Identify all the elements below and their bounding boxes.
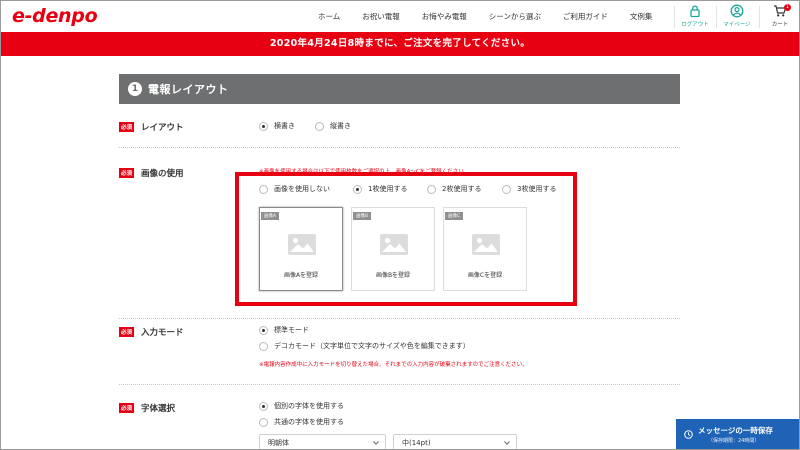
font-label: 字体選択 [141,404,176,414]
required-badge: 必須 [119,327,135,337]
user-icon [730,4,744,18]
save-button-sub: （保存期限：24時間） [708,438,760,444]
radio-label: 画像を使用しない [274,185,330,193]
font-family-value: 明朝体 [268,439,289,447]
image-use-label: 画像の使用 [141,169,184,179]
font-option-individual[interactable]: 個別の字体を使用する [259,401,344,411]
image-placeholder-icon [288,234,316,255]
radio-label: 縦書き [330,122,351,130]
radio-label: 2枚使用する [442,185,482,193]
cart-label: カート [771,22,789,28]
section-header: 1 電報レイアウト [119,74,680,104]
layout-label: レイアウト [141,123,184,133]
image-placeholder-icon [380,234,408,255]
main-nav: ホーム お祝い電報 お悔やみ電報 シーンから選ぶ ご利用ガイド 文例集 [318,0,674,32]
layout-option-vertical[interactable]: 縦書き [315,121,351,131]
image-register-label: 画像Aを登録 [283,272,319,279]
row-divider [119,318,680,319]
font-size-select[interactable]: 中(14pt) [393,434,517,450]
image-option-none[interactable]: 画像を使用しない [259,184,330,194]
radio-label: 個別の字体を使用する [274,402,344,410]
required-badge: 必須 [119,168,135,178]
radio-button[interactable] [259,417,268,427]
image-use-row-label: 必須 画像の使用 [119,167,184,179]
chevron-down-icon [373,441,379,446]
deadline-banner: 2020年4月24日8時までに、ご注文を完了してください。 [0,32,800,56]
image-tag: 画像C [445,212,464,220]
radio-label: デコカモード（文字単位で文字のサイズや色を編集できます） [274,342,470,350]
radio-button[interactable] [259,401,268,411]
image-option-one[interactable]: 1枚使用する [353,184,407,194]
nav-scenes[interactable]: シーンから選ぶ [489,11,541,22]
image-c-card[interactable]: 画像C 画像Cを登録 [443,207,527,291]
nav-condolence[interactable]: お悔やみ電報 [422,11,467,22]
font-family-select[interactable]: 明朝体 [259,434,386,450]
image-option-two[interactable]: 2枚使用する [427,184,481,194]
mypage-button[interactable]: マイページ [717,3,757,31]
logout-label: ログアウト [681,22,709,28]
font-option-common[interactable]: 共通の字体を使用する [259,417,344,427]
section-number: 1 [128,82,142,96]
site-header: e-denpo ホーム お祝い電報 お悔やみ電報 シーンから選ぶ ご利用ガイド … [0,0,800,32]
radio-button[interactable] [259,325,268,335]
nav-samples[interactable]: 文例集 [630,11,653,22]
clock-icon [684,430,693,439]
radio-button[interactable] [259,184,268,194]
nav-celebration[interactable]: お祝い電報 [362,11,400,22]
nav-guide[interactable]: ご利用ガイド [563,11,608,22]
input-mode-label: 入力モード [141,328,184,338]
layout-row-label: 必須 レイアウト [119,121,184,133]
site-logo[interactable]: e-denpo [12,5,98,27]
image-a-card[interactable]: 画像A 画像Aを登録 [259,207,343,291]
image-tag: 画像B [353,212,372,220]
radio-button[interactable] [259,121,268,131]
radio-button[interactable] [315,121,324,131]
nav-home[interactable]: ホーム [318,11,340,22]
radio-label: 共通の字体を使用する [274,418,344,426]
image-b-card[interactable]: 画像B 画像Bを登録 [351,207,435,291]
radio-label: 横書き [274,122,295,130]
image-tag: 画像A [261,212,280,220]
radio-button[interactable] [427,184,436,194]
radio-label: 1枚使用する [368,185,408,193]
cart-count-badge: 1 [784,4,791,11]
mypage-label: マイページ [723,22,751,28]
radio-button[interactable] [353,184,362,194]
radio-button[interactable] [259,341,268,351]
input-mode-row-label: 必須 入力モード [119,326,184,338]
radio-button[interactable] [502,184,511,194]
temp-save-button[interactable]: メッセージの一時保存 （保存期限：24時間） [676,419,800,450]
image-option-three[interactable]: 3枚使用する [502,184,556,194]
radio-label: 3枚使用する [517,185,557,193]
input-mode-standard[interactable]: 標準モード [259,325,309,335]
layout-option-horizontal[interactable]: 横書き [259,121,295,131]
required-badge: 必須 [119,403,135,413]
logout-button[interactable]: ログアウト [675,3,715,31]
image-register-label: 画像Cを登録 [467,272,503,279]
font-size-value: 中(14pt) [402,439,431,447]
input-mode-deco[interactable]: デコカモード（文字単位で文字のサイズや色を編集できます） [259,341,470,351]
chevron-down-icon [504,441,510,446]
image-placeholder-icon [472,234,500,255]
image-use-note: ※画像を使用する場合は以下で使用枚数をご選択の上、画像A〜Cをご登録ください [259,169,464,175]
row-divider [119,147,680,148]
input-mode-note: ※電報内容作成中に入力モードを切り替えた場合、それまでの入力内容が破棄されますの… [259,362,528,368]
section-title: 電報レイアウト [148,83,229,96]
image-register-label: 画像Bを登録 [375,272,411,279]
row-divider [119,384,680,385]
save-button-label: メッセージの一時保存 [698,426,773,435]
cart-button[interactable]: 1 カート [760,3,800,31]
font-row-label: 必須 字体選択 [119,402,175,414]
lock-icon [690,5,700,18]
required-badge: 必須 [119,122,135,132]
radio-label: 標準モード [274,326,309,334]
